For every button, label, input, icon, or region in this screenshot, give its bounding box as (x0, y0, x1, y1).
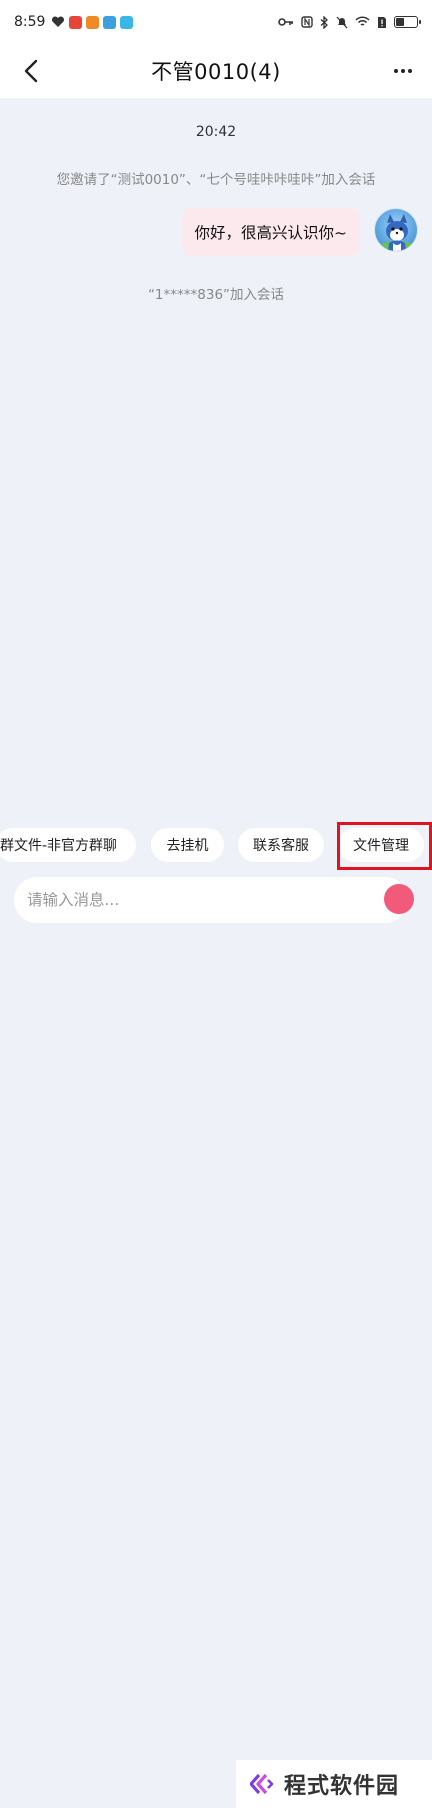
chevron-left-icon (24, 59, 38, 83)
key-icon (278, 18, 293, 26)
wifi-icon (355, 16, 370, 26)
message-input[interactable] (14, 877, 408, 923)
watermark-logo-icon (250, 1773, 274, 1795)
avatar[interactable] (374, 208, 418, 252)
chat-header: 不管0010(4) (0, 44, 432, 98)
more-dot (408, 69, 412, 73)
more-dot (394, 69, 398, 73)
system-message: “1*****836”加入会话 (147, 287, 285, 303)
quick-action-customer-service[interactable]: 联系客服 (238, 828, 324, 862)
fox-avatar-icon (377, 214, 417, 251)
quick-action-idle[interactable]: 去挂机 (151, 828, 224, 862)
sim-alert-icon (378, 16, 386, 28)
more-dot (401, 69, 405, 73)
app-notification-icon (120, 15, 134, 29)
app-notification-icon (86, 15, 100, 29)
heart-pulse-icon (52, 16, 65, 27)
nfc-icon (301, 16, 313, 28)
message-timestamp: 20:42 (195, 124, 237, 140)
notification-icons (51, 15, 134, 29)
quick-action-file-management[interactable]: 文件管理 (338, 828, 424, 862)
message-input-bar: 程式软件园 (0, 872, 432, 1808)
watermark: 程式软件园 (236, 1760, 432, 1808)
chat-message-area[interactable]: 20:42 您邀请了“测试0010”、“七个号哇咔咔哇咔”加入会话 你好，很高兴… (0, 98, 432, 818)
send-button[interactable] (384, 884, 414, 914)
battery-icon (394, 16, 421, 28)
app-notification-icon (103, 15, 117, 29)
quick-actions-bar: 群文件-非官方群聊 去挂机 联系客服 文件管理 (0, 822, 432, 870)
message-row-self: 你好，很高兴认识你~ (181, 208, 418, 256)
watermark-text: 程式软件园 (284, 1774, 400, 1799)
back-button[interactable] (16, 56, 46, 86)
status-bar: 8:59 (0, 0, 432, 44)
quick-action-group-files[interactable]: 群文件-非官方群聊 (0, 828, 136, 862)
app-notification-icon (69, 15, 83, 29)
page-title: 不管0010(4) (151, 60, 281, 84)
message-bubble[interactable]: 你好，很高兴认识你~ (181, 208, 360, 256)
status-right-icons (278, 15, 421, 29)
status-time: 8:59 (14, 14, 46, 30)
system-message: 您邀请了“测试0010”、“七个号哇咔咔哇咔”加入会话 (56, 172, 376, 188)
mute-icon (336, 16, 348, 28)
more-options-button[interactable] (388, 56, 418, 86)
bluetooth-icon (320, 15, 328, 29)
